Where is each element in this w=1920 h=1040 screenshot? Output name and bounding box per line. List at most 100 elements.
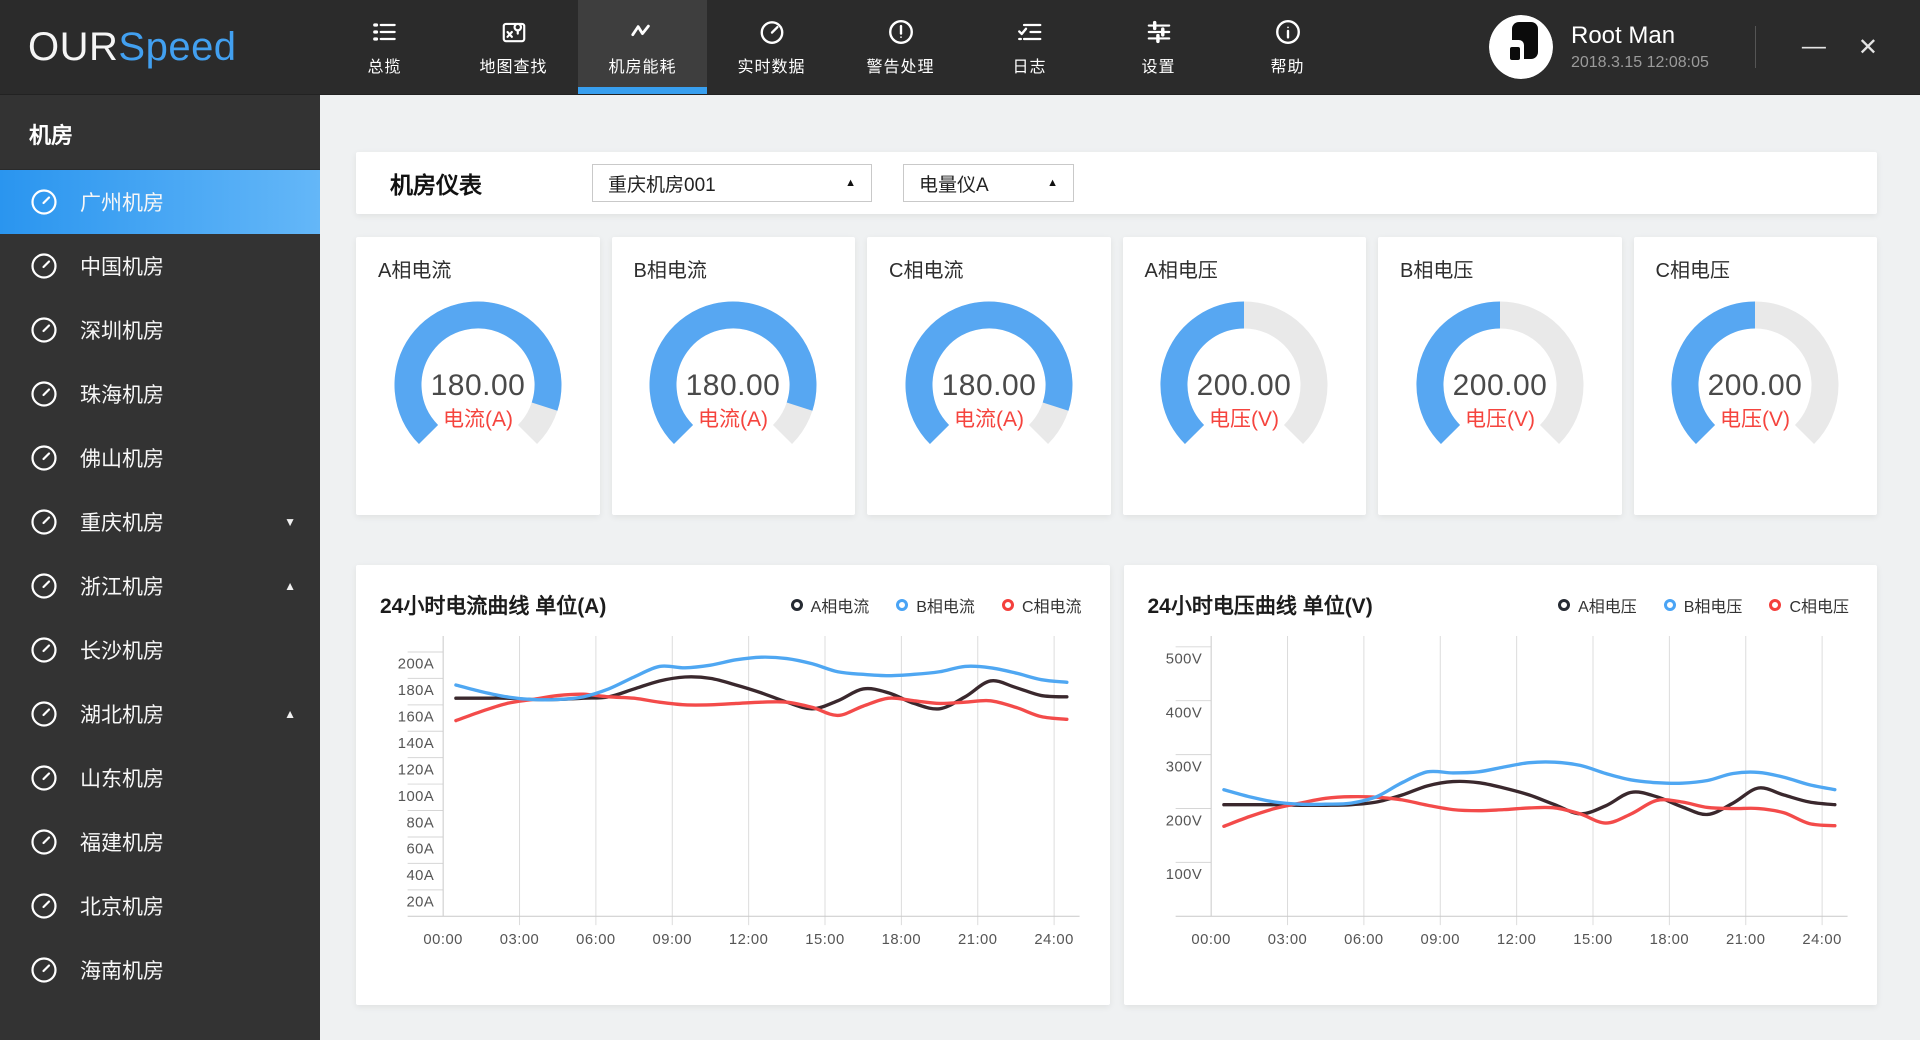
nav-item-设置[interactable]: 设置	[1094, 0, 1223, 94]
sidebar-item-浙江机房[interactable]: 浙江机房 ▲	[0, 554, 320, 618]
sidebar-item-广州机房[interactable]: 广州机房	[0, 170, 320, 234]
nav-item-label: 日志	[1012, 58, 1047, 76]
legend-item-A相电压[interactable]: A相电压	[1558, 593, 1637, 617]
nav-item-label: 警告处理	[866, 58, 935, 76]
legend-ring-icon	[1663, 599, 1676, 611]
chart-title: 24小时电压曲线 单位(V)	[1147, 595, 1373, 618]
meter-select-value: 电量仪A	[919, 174, 989, 196]
nav-item-label: 设置	[1141, 58, 1176, 76]
alert-icon	[887, 18, 915, 46]
sidebar-item-深圳机房[interactable]: 深圳机房	[0, 298, 320, 362]
sidebar-item-label: 广州机房	[80, 192, 164, 215]
charts-row: 24小时电流曲线 单位(A) A相电流 B相电流 C相电流 200A 180A …	[356, 565, 1877, 1005]
gauge-title: C相电流	[889, 260, 964, 282]
sidebar-item-珠海机房[interactable]: 珠海机房	[0, 362, 320, 426]
sidebar-item-海南机房[interactable]: 海南机房	[0, 938, 320, 1002]
legend-item-B相电压[interactable]: B相电压	[1663, 593, 1743, 617]
gauge-unit-label: 电压(V)	[1209, 408, 1279, 431]
chart-card: 24小时电压曲线 单位(V) A相电压 B相电压 C相电压 500V 400V …	[1123, 565, 1877, 1005]
legend-label: B相电流	[916, 599, 975, 616]
legend-ring-icon	[1769, 599, 1782, 611]
nav-item-帮助[interactable]: 帮助	[1223, 0, 1352, 94]
gauge-value: 180.00	[686, 369, 781, 402]
nav-item-label: 帮助	[1270, 58, 1305, 76]
window-controls-divider	[1754, 26, 1756, 68]
gauge-icon	[29, 955, 59, 985]
sidebar-item-福建机房[interactable]: 福建机房	[0, 810, 320, 874]
legend-ring-icon	[1558, 599, 1571, 611]
gauge-icon	[29, 891, 59, 921]
svg-text:40A: 40A	[406, 868, 434, 884]
svg-text:15:00: 15:00	[805, 932, 845, 948]
gauge-card-B相电流: B相电流 180.00 电流(A)	[611, 237, 855, 515]
close-button[interactable]: ✕	[1842, 33, 1894, 62]
sidebar-item-山东机房[interactable]: 山东机房	[0, 746, 320, 810]
navbar-right: Root Man 2018.3.15 12:08:05 — ✕	[1488, 0, 1920, 94]
legend-item-A相电流[interactable]: A相电流	[790, 593, 869, 617]
energy-icon	[629, 18, 657, 46]
sidebar-item-label: 深圳机房	[80, 320, 164, 343]
gauge-icon	[29, 763, 59, 793]
sidebar-item-湖北机房[interactable]: 湖北机房 ▲	[0, 682, 320, 746]
gauge-icon	[29, 379, 59, 409]
nav-item-警告处理[interactable]: 警告处理	[836, 0, 965, 94]
sidebar-item-长沙机房[interactable]: 长沙机房	[0, 618, 320, 682]
gauge-icon	[29, 571, 59, 601]
nav-item-机房能耗[interactable]: 机房能耗	[578, 0, 707, 94]
svg-text:03:00: 03:00	[1267, 932, 1307, 948]
sidebar-item-label: 中国机房	[80, 256, 164, 279]
meter-select[interactable]: 电量仪A ▲	[903, 164, 1074, 202]
sidebar-title: 机房	[0, 95, 320, 170]
user-meta: Root Man 2018.3.15 12:08:05	[1571, 22, 1709, 72]
legend-item-C相电流[interactable]: C相电流	[1001, 593, 1082, 617]
svg-text:200A: 200A	[398, 657, 435, 673]
line-chart: 200A 180A 160A 140A 120A 100A 80A 60A 40A 20A 00:0…	[398, 636, 1080, 948]
svg-text:100A: 100A	[398, 789, 435, 805]
sidebar-item-重庆机房[interactable]: 重庆机房 ▼	[0, 490, 320, 554]
nav-item-总揽[interactable]: 总揽	[320, 0, 449, 94]
gauge-unit-label: 电压(V)	[1465, 408, 1535, 431]
svg-text:09:00: 09:00	[653, 932, 693, 948]
legend-label: C相电流	[1021, 599, 1082, 616]
user-avatar[interactable]	[1488, 15, 1553, 79]
legend-item-C相电压[interactable]: C相电压	[1769, 593, 1849, 617]
nav-item-label: 实时数据	[737, 58, 806, 76]
sidebar-item-佛山机房[interactable]: 佛山机房	[0, 426, 320, 490]
svg-text:18:00: 18:00	[1649, 932, 1689, 948]
svg-text:140A: 140A	[398, 736, 435, 752]
caret-up-icon: ▲	[284, 707, 296, 721]
gauge-title: A相电压	[1144, 260, 1218, 282]
gauge-row: A相电流 180.00 电流(A) B相电流 180.00 电流(A) C相电流…	[356, 237, 1877, 515]
gauge-card-A相电压: A相电压 200.00 电压(V)	[1122, 237, 1366, 515]
legend-item-B相电流[interactable]: B相电流	[896, 593, 975, 617]
chart-head: 24小时电压曲线 单位(V) A相电压 B相电压 C相电压	[1148, 590, 1854, 620]
logo-suffix: Speed	[118, 24, 237, 69]
legend-label: A相电压	[1578, 599, 1637, 616]
gauge-icon	[29, 315, 59, 345]
chart-legend: A相电压 B相电压 C相电压	[1558, 593, 1849, 617]
legend-ring-icon	[790, 599, 803, 611]
legend-label: B相电压	[1683, 599, 1743, 616]
svg-text:500V: 500V	[1165, 652, 1202, 668]
sidebar-item-label: 浙江机房	[80, 576, 164, 599]
page-title: 机房仪表	[390, 172, 482, 198]
minimize-button[interactable]: —	[1786, 33, 1842, 61]
svg-text:06:00: 06:00	[1344, 932, 1384, 948]
nav-item-日志[interactable]: 日志	[965, 0, 1094, 94]
svg-text:12:00: 12:00	[1496, 932, 1536, 948]
gauge-chart: 200.00 电压(V)	[1671, 301, 1839, 445]
sidebar-item-北京机房[interactable]: 北京机房	[0, 874, 320, 938]
gauge-card-C相电流: C相电流 180.00 电流(A)	[867, 237, 1111, 515]
sidebar-item-中国机房[interactable]: 中国机房	[0, 234, 320, 298]
svg-text:120A: 120A	[398, 762, 435, 778]
gauge-icon	[29, 443, 59, 473]
app-window: OUR Speed 总揽 地图查找 机房能耗 实时数据 警告处理 日志 设置 帮助	[0, 0, 1920, 1040]
nav-item-实时数据[interactable]: 实时数据	[707, 0, 836, 94]
nav-item-地图查找[interactable]: 地图查找	[449, 0, 578, 94]
main-nav: 总揽 地图查找 机房能耗 实时数据 警告处理 日志 设置 帮助	[320, 0, 1352, 94]
legend-label: C相电压	[1789, 599, 1849, 616]
sidebar-room-list: 广州机房 中国机房 深圳机房 珠海机房 佛山机房 重庆机房 ▼ 浙江机房 ▲ 长…	[0, 170, 320, 1002]
room-select[interactable]: 重庆机房001 ▲	[592, 164, 872, 202]
svg-text:24:00: 24:00	[1802, 932, 1842, 948]
avatar-logo-icon	[1488, 15, 1553, 79]
